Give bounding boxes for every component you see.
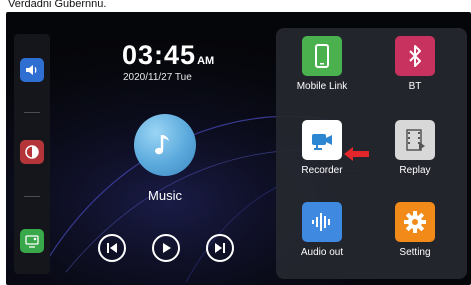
quick-sidebar [14,34,50,274]
app-label: Recorder [301,165,343,176]
play-button[interactable] [152,234,180,262]
sidebar-divider [24,112,40,113]
clock-time: 03:45 [122,40,197,70]
sidebar-divider [24,196,40,197]
highlight-arrow [344,147,369,161]
clock-ampm: AM [197,55,215,67]
settings-icon [395,202,435,242]
music-note-icon [155,135,169,155]
head-unit-screen: 03:45AM 2020/11/27 Tue Music Mobile Link… [6,12,471,285]
music-button[interactable] [134,114,196,176]
app-audio-out[interactable]: Audio out [282,202,362,258]
app-bt[interactable]: BT [375,36,455,92]
clock: 03:45AM [122,40,214,71]
volume-button[interactable] [20,58,44,82]
app-replay[interactable]: Replay [375,120,455,176]
mobile-link-icon [302,36,342,76]
screen-cast-button[interactable] [20,229,44,253]
app-mobile-link[interactable]: Mobile Link [282,36,362,92]
volume-icon [26,65,37,75]
app-label: Mobile Link [296,81,348,92]
apps-panel: Mobile Link BT Recorder Replay Audio out… [276,28,467,279]
app-label: Audio out [300,247,344,258]
brightness-icon [25,145,39,159]
bluetooth-icon [395,36,435,76]
app-label: Replay [399,165,431,176]
play-icon [163,243,171,253]
page-caption: Verdadni Gubernnu. [8,0,107,10]
skip-previous-icon [107,243,117,253]
app-setting[interactable]: Setting [375,202,455,258]
replay-icon [395,120,435,160]
app-label: Setting [399,247,431,258]
clock-date: 2020/11/27 Tue [123,72,192,83]
music-label: Music [148,188,182,203]
previous-track-button[interactable] [98,234,126,262]
audio-out-icon [302,202,342,242]
screen-cast-icon [25,235,39,248]
skip-next-icon [215,243,225,253]
next-track-button[interactable] [206,234,234,262]
brightness-button[interactable] [20,140,44,164]
app-label: BT [408,81,422,92]
recorder-icon [302,120,342,160]
